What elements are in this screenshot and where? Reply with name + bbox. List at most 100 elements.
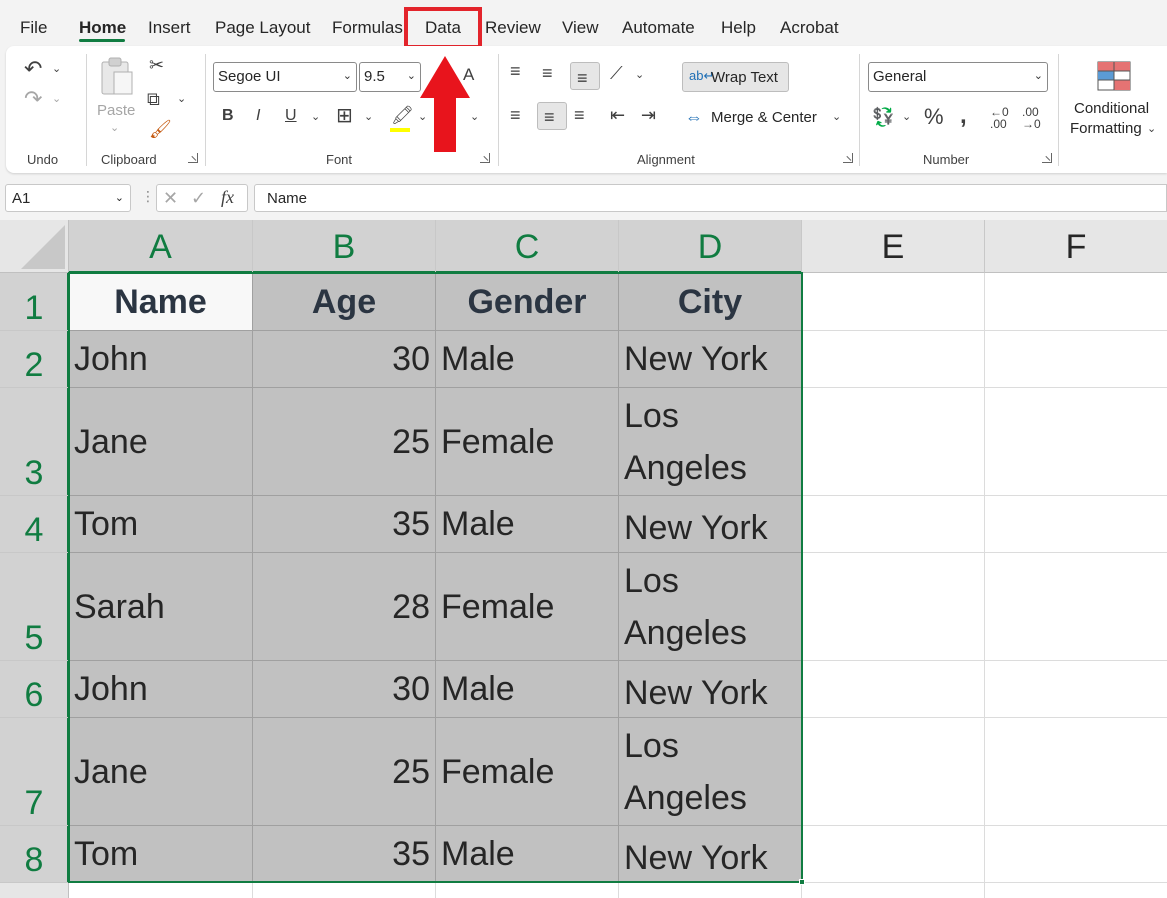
cell-d7[interactable]: Los Angeles	[619, 718, 802, 826]
align-center-button[interactable]: ≡	[537, 102, 567, 130]
name-box[interactable]: A1 ⌄	[5, 184, 131, 212]
paste-label[interactable]: Paste	[97, 102, 135, 119]
middle-align-icon[interactable]: ≡	[542, 64, 553, 82]
cell-c5[interactable]: Female	[436, 553, 619, 661]
tab-formulas[interactable]: Formulas	[332, 18, 403, 38]
format-painter-icon[interactable]: 🖌	[149, 120, 172, 138]
conditional-formatting-label-2[interactable]: Formatting	[1070, 120, 1142, 137]
conditional-formatting-icon[interactable]	[1096, 60, 1132, 92]
undo-icon[interactable]: ↶	[24, 58, 42, 80]
row-header[interactable]: 2	[0, 331, 69, 388]
cell-a9[interactable]	[69, 883, 253, 898]
accounting-format-icon[interactable]: 💱	[872, 108, 894, 126]
cell-e6[interactable]	[802, 661, 985, 718]
insert-function-icon[interactable]: fx	[221, 188, 234, 206]
cell-a3[interactable]: Jane	[69, 388, 253, 496]
cancel-icon[interactable]: ✕	[163, 189, 178, 207]
row-header[interactable]: 5	[0, 553, 69, 661]
cell-b3[interactable]: 25	[253, 388, 436, 496]
bottom-align-button[interactable]: ≡	[570, 62, 600, 90]
cell-d9[interactable]	[619, 883, 802, 898]
borders-dropdown-icon[interactable]: ⌄	[364, 110, 373, 123]
cell-f8[interactable]	[985, 826, 1167, 883]
cell-e5[interactable]	[802, 553, 985, 661]
tab-acrobat[interactable]: Acrobat	[780, 18, 839, 38]
cell-a4[interactable]: Tom	[69, 496, 253, 553]
cell-b5[interactable]: 28	[253, 553, 436, 661]
merge-center-label[interactable]: Merge & Center	[711, 109, 817, 126]
formula-input[interactable]: Name	[254, 184, 1167, 212]
paste-dropdown-icon[interactable]: ⌄	[110, 121, 119, 134]
cell-a5[interactable]: Sarah	[69, 553, 253, 661]
cell-b2[interactable]: 30	[253, 331, 436, 388]
borders-icon[interactable]: ⊞	[336, 106, 353, 126]
fill-color-icon[interactable]: 🖍	[391, 106, 414, 124]
clipboard-launcher-icon[interactable]	[188, 153, 198, 163]
cell-c2[interactable]: Male	[436, 331, 619, 388]
cell-e1[interactable]	[802, 273, 985, 331]
cell-e9[interactable]	[802, 883, 985, 898]
underline-icon[interactable]: U	[285, 108, 297, 124]
cell-f1[interactable]	[985, 273, 1167, 331]
decrease-indent-icon[interactable]: ⇤	[610, 106, 625, 124]
column-header-b[interactable]: B	[253, 220, 436, 273]
tab-page-layout[interactable]: Page Layout	[215, 18, 310, 38]
number-launcher-icon[interactable]	[1042, 153, 1052, 163]
tab-view[interactable]: View	[562, 18, 599, 38]
alignment-launcher-icon[interactable]	[843, 153, 853, 163]
cell-f4[interactable]	[985, 496, 1167, 553]
column-header-e[interactable]: E	[802, 220, 985, 273]
tab-home[interactable]: Home	[79, 18, 126, 38]
font-launcher-icon[interactable]	[480, 153, 490, 163]
font-name-combo[interactable]: Segoe UI ⌄	[213, 62, 357, 92]
cell-a8[interactable]: Tom	[69, 826, 253, 883]
cell-b9[interactable]	[253, 883, 436, 898]
tab-file[interactable]: File	[20, 18, 47, 38]
row-header[interactable]: 6	[0, 661, 69, 718]
copy-icon[interactable]: ⧉	[147, 90, 160, 108]
cell-d4[interactable]: New York	[619, 496, 802, 553]
row-header[interactable]	[0, 883, 69, 898]
undo-dropdown-icon[interactable]: ⌄	[52, 62, 61, 75]
cell-e8[interactable]	[802, 826, 985, 883]
row-header[interactable]: 4	[0, 496, 69, 553]
align-right-icon[interactable]: ≡	[574, 106, 585, 124]
column-header-c[interactable]: C	[436, 220, 619, 273]
bold-icon[interactable]: B	[222, 108, 234, 124]
enter-icon[interactable]: ✓	[191, 189, 206, 207]
row-header[interactable]: 7	[0, 718, 69, 826]
align-left-icon[interactable]: ≡	[510, 106, 521, 124]
cell-f7[interactable]	[985, 718, 1167, 826]
cell-c6[interactable]: Male	[436, 661, 619, 718]
cell-d1[interactable]: City	[619, 273, 802, 331]
top-align-icon[interactable]: ≡	[510, 62, 521, 80]
accounting-dropdown-icon[interactable]: ⌄	[902, 110, 911, 123]
conditional-formatting-dropdown-icon[interactable]: ⌄	[1147, 122, 1156, 135]
cell-c7[interactable]: Female	[436, 718, 619, 826]
row-header[interactable]: 8	[0, 826, 69, 883]
number-format-combo[interactable]: General ⌄	[868, 62, 1048, 92]
cell-c9[interactable]	[436, 883, 619, 898]
comma-style-icon[interactable]: ,	[960, 104, 967, 128]
wrap-text-button[interactable]: ab↵ Wrap Text	[682, 62, 789, 92]
cell-d8[interactable]: New York	[619, 826, 802, 883]
cell-d5[interactable]: Los Angeles	[619, 553, 802, 661]
redo-icon[interactable]: ↷	[24, 88, 42, 110]
orientation-dropdown-icon[interactable]: ⌄	[635, 68, 644, 81]
italic-icon[interactable]: I	[256, 108, 260, 124]
cell-e3[interactable]	[802, 388, 985, 496]
cell-e7[interactable]	[802, 718, 985, 826]
decrease-decimal-icon[interactable]: .00 →0	[1022, 106, 1041, 130]
tab-insert[interactable]: Insert	[148, 18, 191, 38]
cell-c8[interactable]: Male	[436, 826, 619, 883]
cell-e4[interactable]	[802, 496, 985, 553]
cell-e2[interactable]	[802, 331, 985, 388]
column-header-d[interactable]: D	[619, 220, 802, 273]
row-header[interactable]: 3	[0, 388, 69, 496]
underline-dropdown-icon[interactable]: ⌄	[311, 110, 320, 123]
cell-b6[interactable]: 30	[253, 661, 436, 718]
cell-c1[interactable]: Gender	[436, 273, 619, 331]
increase-decimal-icon[interactable]: ←0.00	[990, 106, 1009, 130]
percent-style-icon[interactable]: %	[924, 106, 944, 128]
cell-b4[interactable]: 35	[253, 496, 436, 553]
